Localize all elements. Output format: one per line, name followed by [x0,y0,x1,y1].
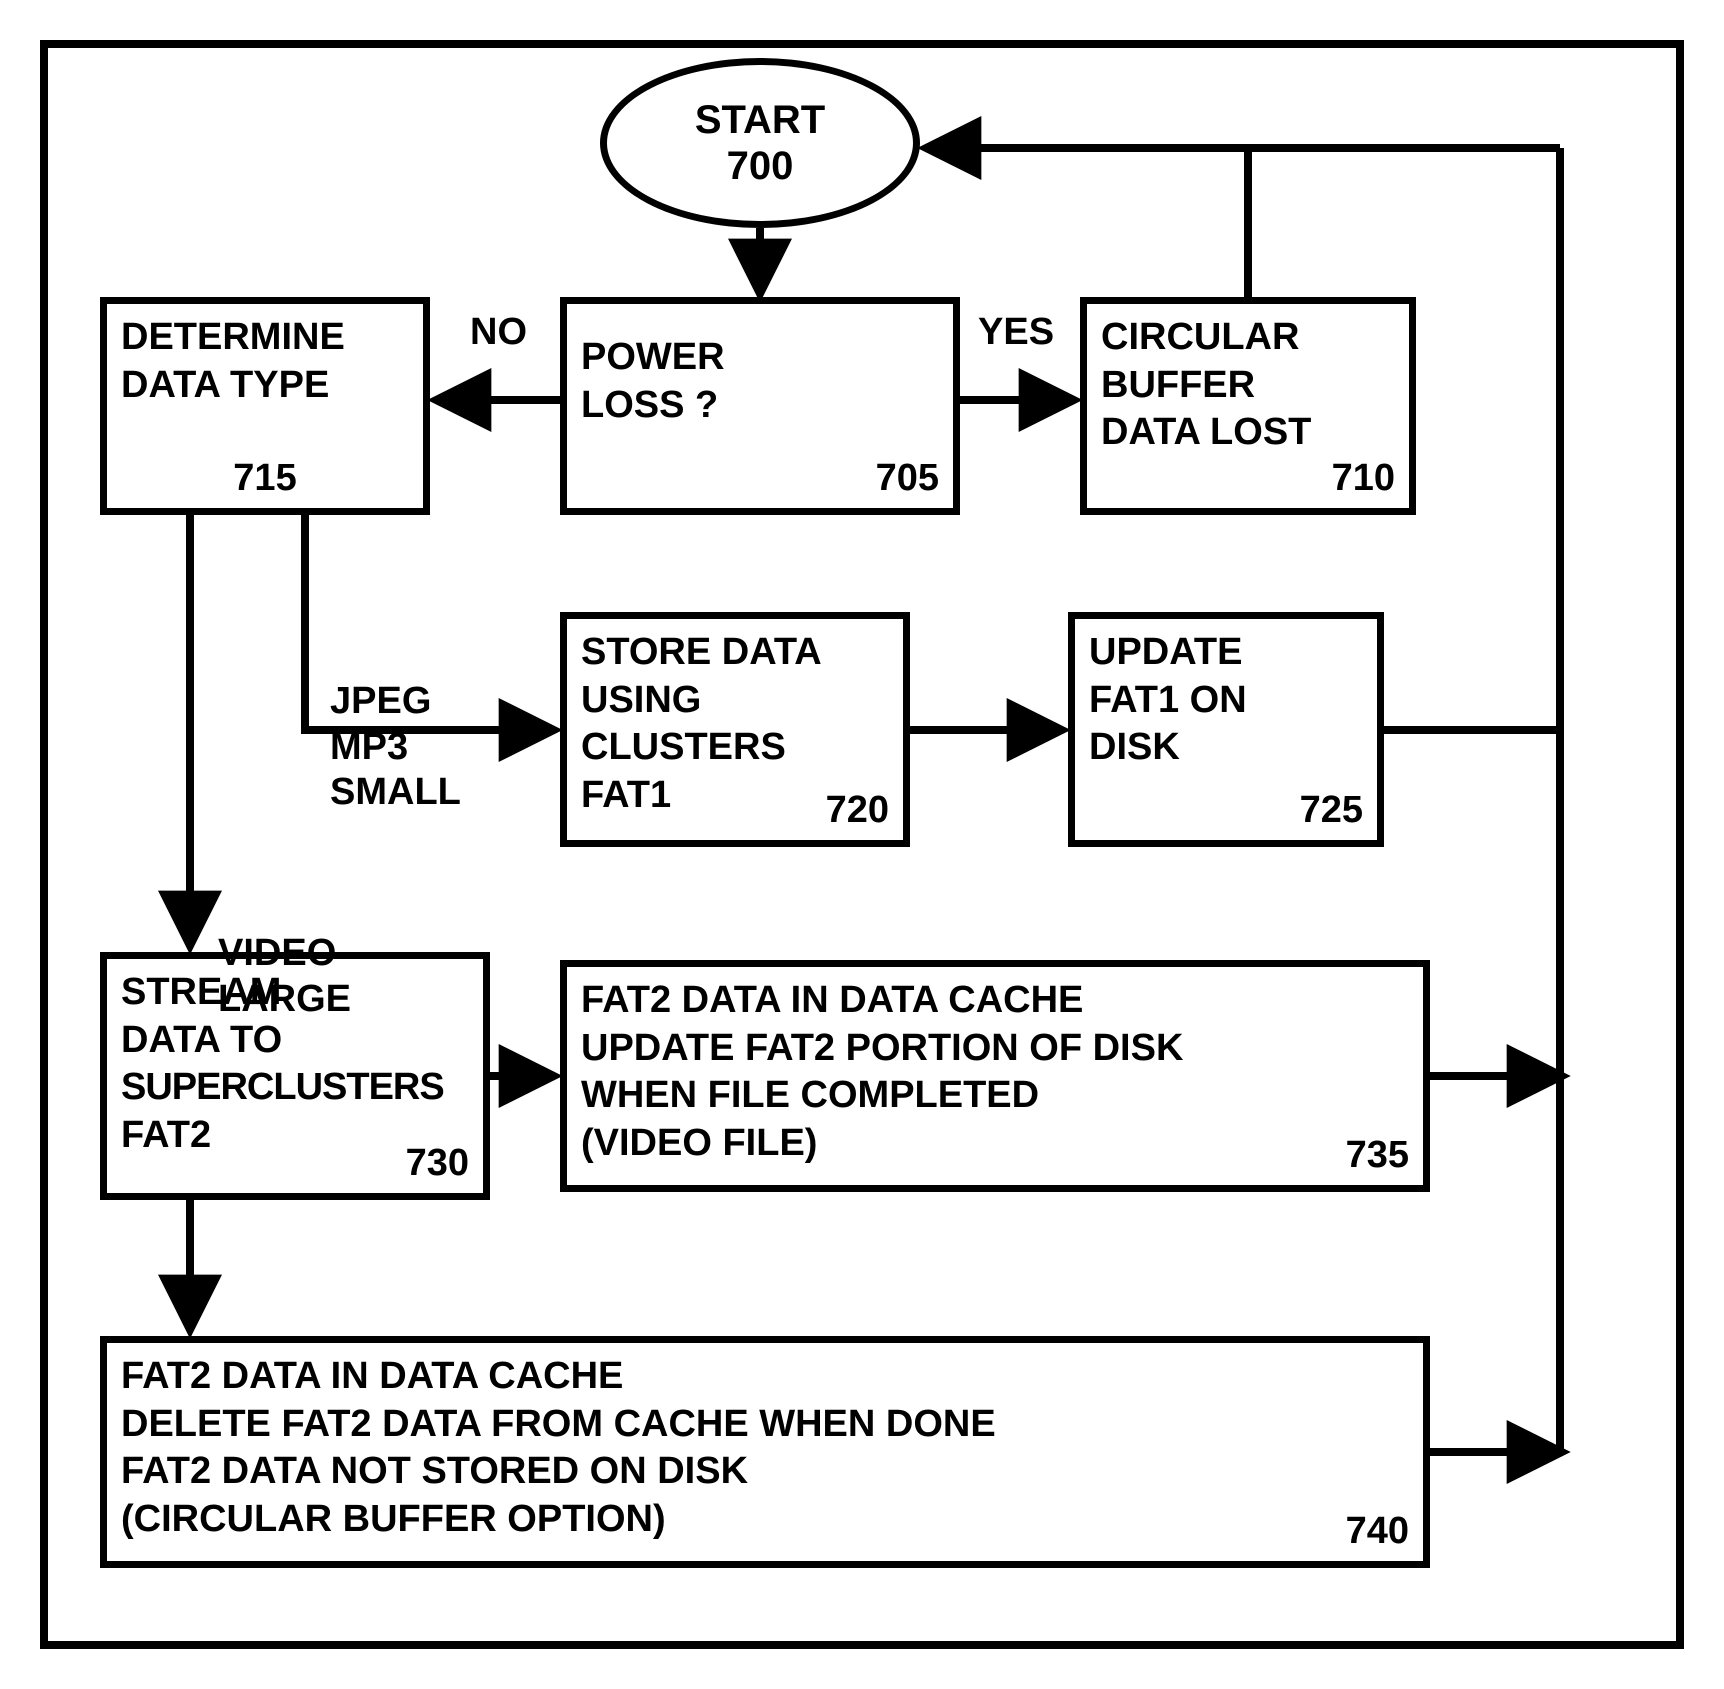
determine-num: 715 [233,455,296,503]
fat2b-l4: (CIRCULAR BUFFER OPTION) [121,1496,1409,1544]
buffer-l2: BUFFER [1101,362,1395,410]
store-l3: CLUSTERS [581,724,889,772]
buffer-l3: DATA LOST [1101,409,1395,457]
store-num: 720 [826,787,889,835]
start-node: START 700 [600,58,920,228]
store-box: STORE DATA USING CLUSTERS FAT1 720 [560,612,910,847]
store-l1: STORE DATA [581,629,889,677]
flowchart-canvas: START 700 POWER LOSS ? 705 CIRCULAR BUFF… [0,0,1724,1689]
fat2a-l4: (VIDEO FILE) [581,1120,1409,1168]
update-l1: UPDATE [1089,629,1363,677]
fat2b-l1: FAT2 DATA IN DATA CACHE [121,1353,1409,1401]
fat2a-l2: UPDATE FAT2 PORTION OF DISK [581,1025,1409,1073]
buffer-l1: CIRCULAR [1101,314,1395,362]
buffer-num: 710 [1332,455,1395,503]
fat2a-l3: WHEN FILE COMPLETED [581,1072,1409,1120]
start-label: START [695,97,825,143]
edge-video-text: VIDEO LARGE [218,931,351,1022]
update-l3: DISK [1089,724,1363,772]
fat2b-l3: FAT2 DATA NOT STORED ON DISK [121,1448,1409,1496]
update-l2: FAT1 ON [1089,677,1363,725]
power-loss-l2: LOSS ? [581,382,939,430]
fat2-circular-box: FAT2 DATA IN DATA CACHE DELETE FAT2 DATA… [100,1336,1430,1568]
store-l2: USING [581,677,889,725]
edge-jpeg-text: JPEG MP3 SMALL [330,679,461,816]
determine-l2: DATA TYPE [121,362,409,410]
determine-l1: DETERMINE [121,314,409,362]
update-box: UPDATE FAT1 ON DISK 725 [1068,612,1384,847]
fat2a-l1: FAT2 DATA IN DATA CACHE [581,977,1409,1025]
fat2b-l2: DELETE FAT2 DATA FROM CACHE WHEN DONE [121,1401,1409,1449]
edge-video: VIDEO LARGE [218,840,351,1114]
power-loss-num: 705 [876,455,939,503]
fat2-video-box: FAT2 DATA IN DATA CACHE UPDATE FAT2 PORT… [560,960,1430,1192]
power-loss-l1: POWER [581,334,939,382]
start-num: 700 [727,143,794,189]
edge-no: NO [470,310,527,356]
stream-num: 730 [406,1140,469,1188]
fat2a-num: 735 [1346,1132,1409,1180]
fat2b-num: 740 [1346,1508,1409,1556]
update-num: 725 [1300,787,1363,835]
edge-yes: YES [978,310,1054,356]
power-loss-box: POWER LOSS ? 705 [560,297,960,515]
buffer-lost-box: CIRCULAR BUFFER DATA LOST 710 [1080,297,1416,515]
determine-box: DETERMINE DATA TYPE 715 [100,297,430,515]
